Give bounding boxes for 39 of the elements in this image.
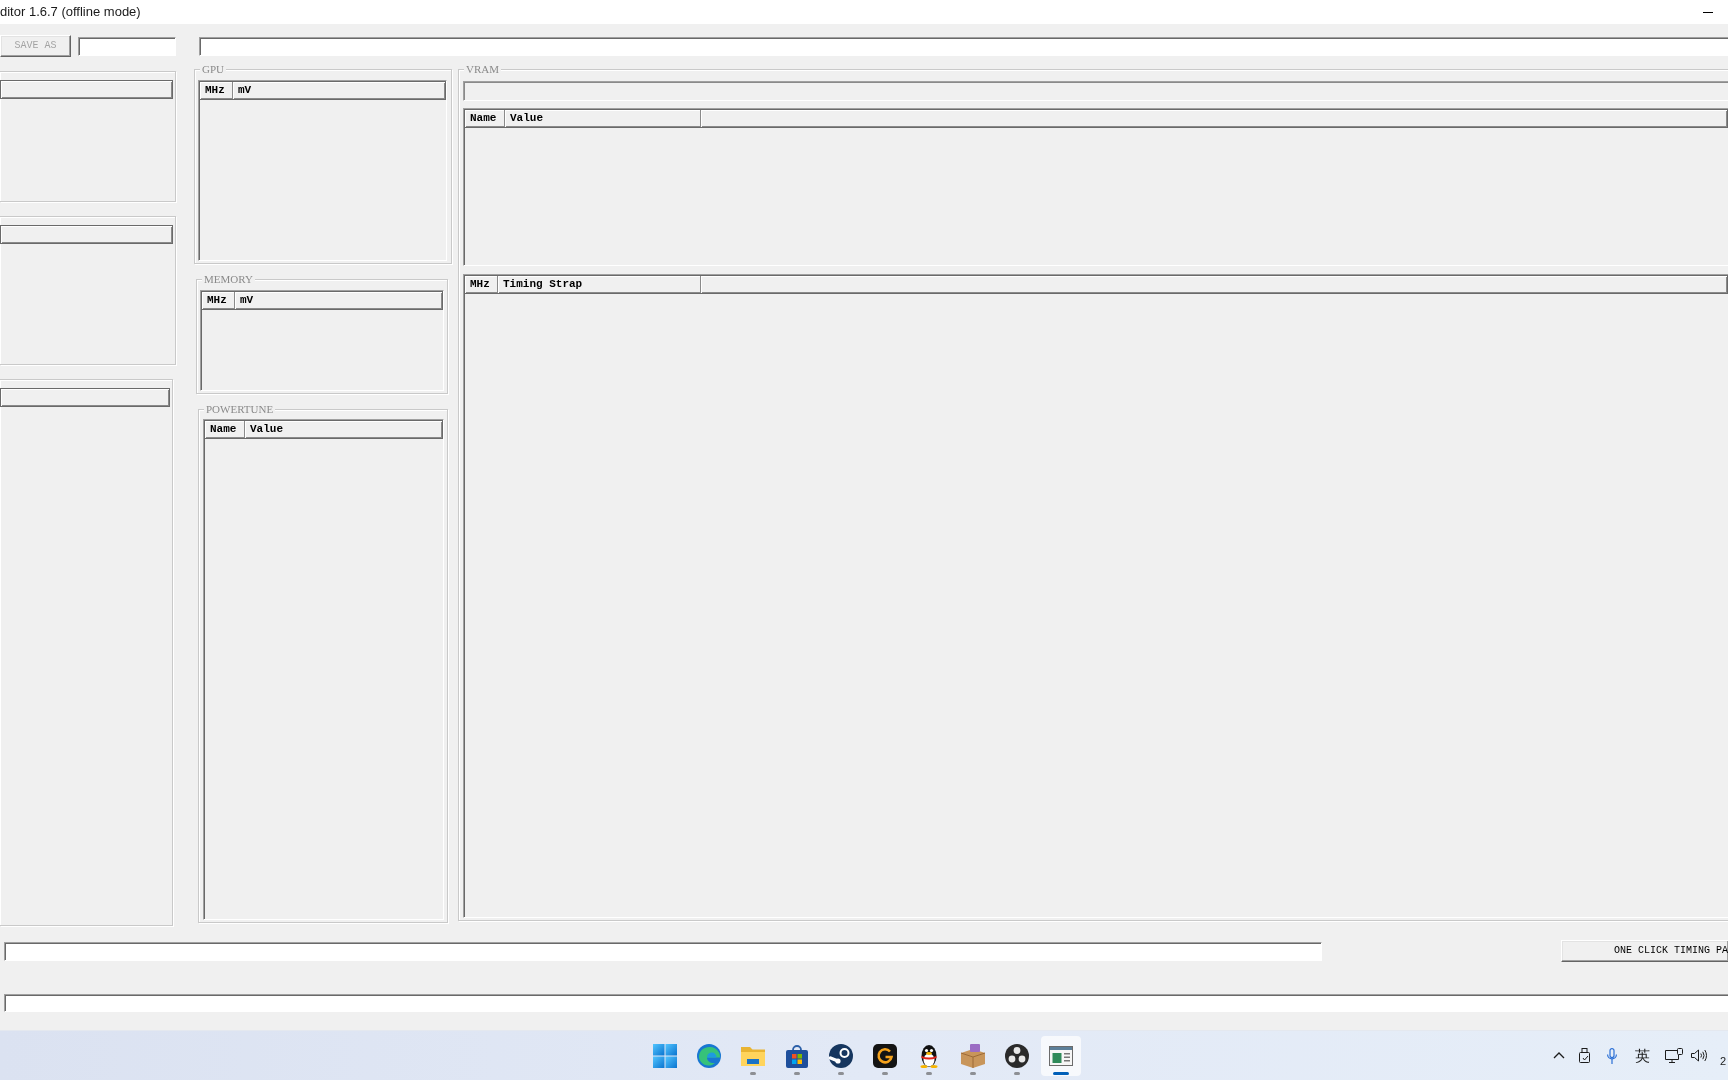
three-blade-logo-icon	[1005, 1043, 1029, 1068]
microphone-icon[interactable]	[1606, 1047, 1617, 1064]
network-icon[interactable]	[1664, 1048, 1683, 1063]
list-view[interactable]: Name Value	[463, 108, 1728, 266]
input-field[interactable]	[78, 36, 176, 56]
window-icon	[1049, 1045, 1073, 1066]
column-header[interactable]: Timing Strap	[498, 276, 701, 293]
piston-logo-icon	[829, 1043, 853, 1068]
column-header[interactable]: mV	[235, 292, 442, 309]
ring-logo-icon	[873, 1043, 897, 1068]
swirl-logo-icon	[697, 1043, 721, 1068]
column-header[interactable]: Value	[245, 421, 442, 438]
list-view[interactable]: MHz Timing Strap	[463, 274, 1728, 918]
column-header[interactable]: MHz	[202, 292, 235, 309]
column-header[interactable]: Name	[205, 421, 245, 438]
input-field[interactable]	[4, 994, 1728, 1012]
shopping-bag-icon	[785, 1043, 809, 1068]
input-language-indicator[interactable]: 英	[1634, 1046, 1650, 1065]
chevron-up-icon[interactable]	[1552, 1052, 1565, 1059]
window-title: ditor 1.6.7 (offline mode)	[0, 4, 141, 20]
column-header[interactable]: Name	[465, 110, 505, 127]
start-icon	[653, 1043, 677, 1068]
list-view[interactable]: MHz mV	[200, 290, 444, 391]
input-field[interactable]	[199, 36, 1728, 56]
penguin-icon	[919, 1043, 939, 1068]
clock-text[interactable]: 2	[1719, 1055, 1726, 1068]
column-header[interactable]: mV	[233, 82, 445, 99]
column-header[interactable]: MHz	[465, 276, 498, 293]
column-header[interactable]: Value	[505, 110, 701, 127]
list-view[interactable]: Name Value	[203, 419, 444, 920]
column-header[interactable]: MHz	[200, 82, 233, 99]
input-field[interactable]	[463, 81, 1728, 101]
minimize-icon	[1703, 11, 1713, 13]
usb-drive-icon[interactable]	[1578, 1048, 1590, 1063]
input-field[interactable]	[4, 941, 1322, 961]
one-click-timing-button[interactable]: ONE CLICK TIMING PA	[1561, 940, 1728, 962]
list-view[interactable]: MHz mV	[198, 80, 447, 261]
box-icon	[961, 1043, 985, 1068]
volume-icon[interactable]	[1690, 1049, 1708, 1062]
